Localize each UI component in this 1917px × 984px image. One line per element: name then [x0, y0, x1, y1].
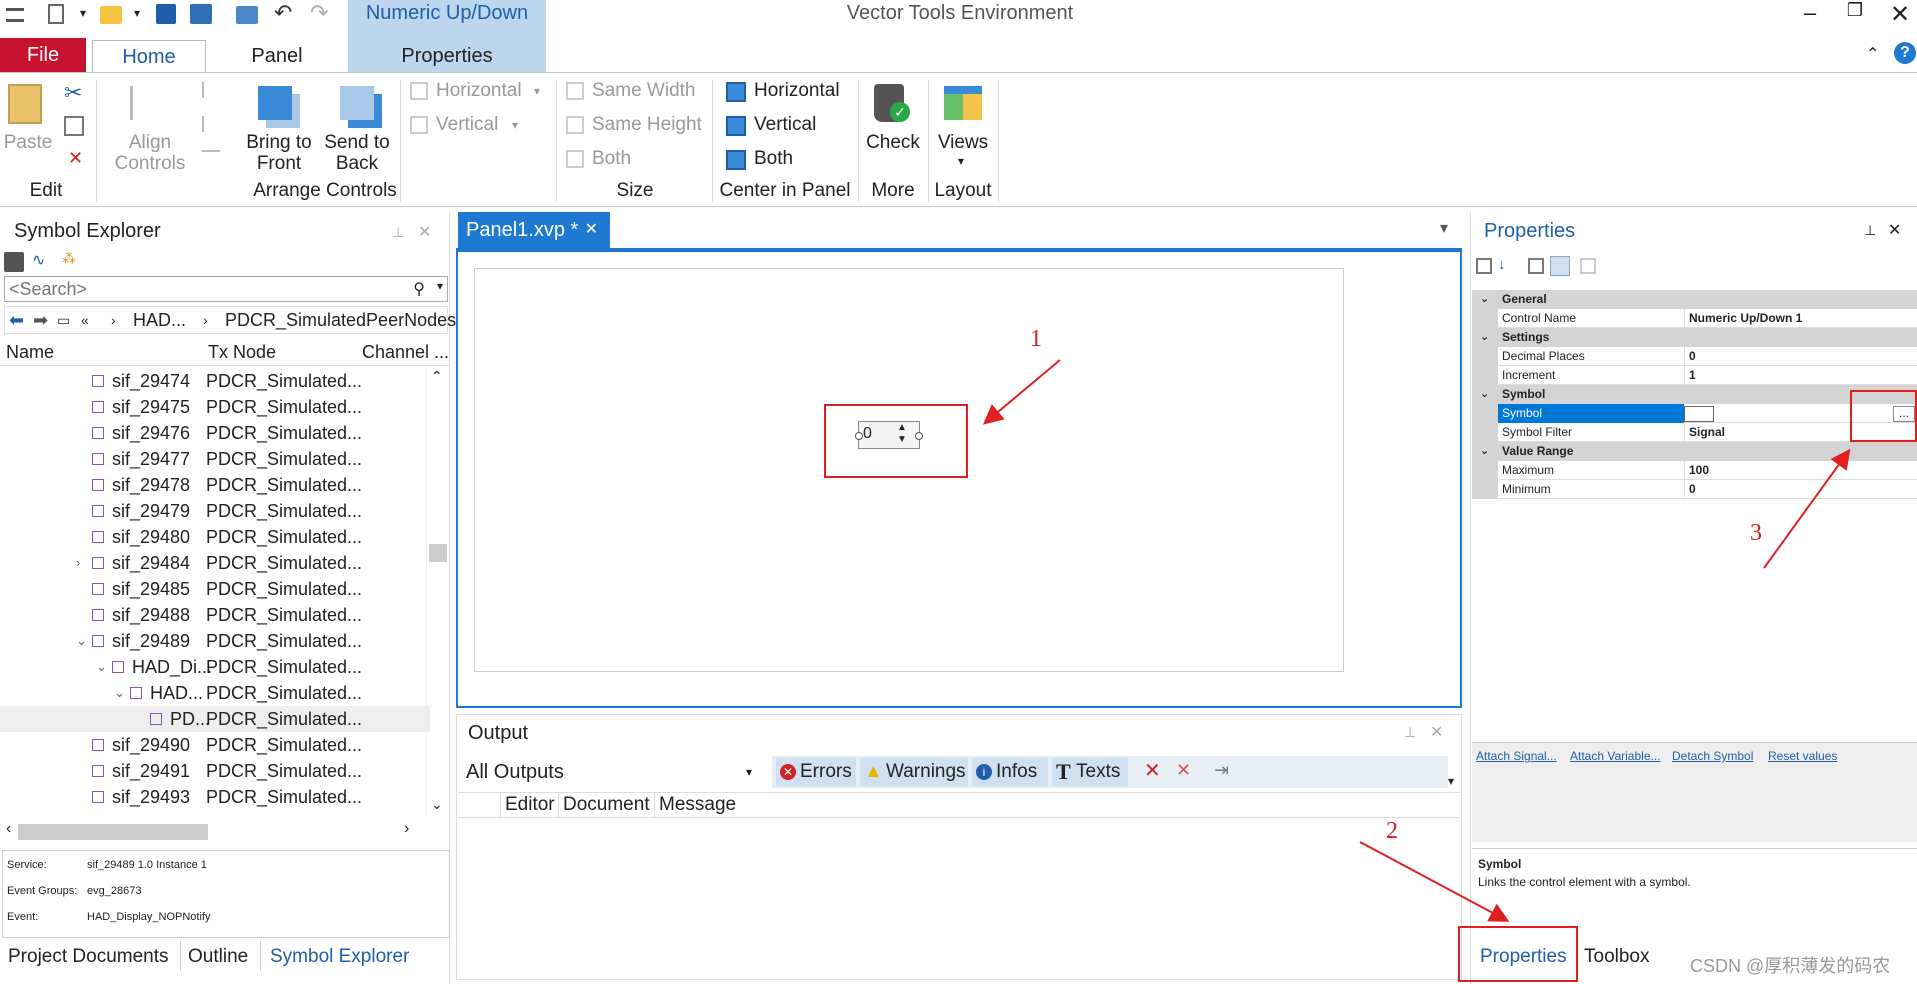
arrow-2 — [1359, 841, 1510, 922]
arrow-1 — [982, 359, 1061, 425]
arrow-3 — [1763, 448, 1851, 569]
annotation-arrows — [982, 359, 1851, 922]
